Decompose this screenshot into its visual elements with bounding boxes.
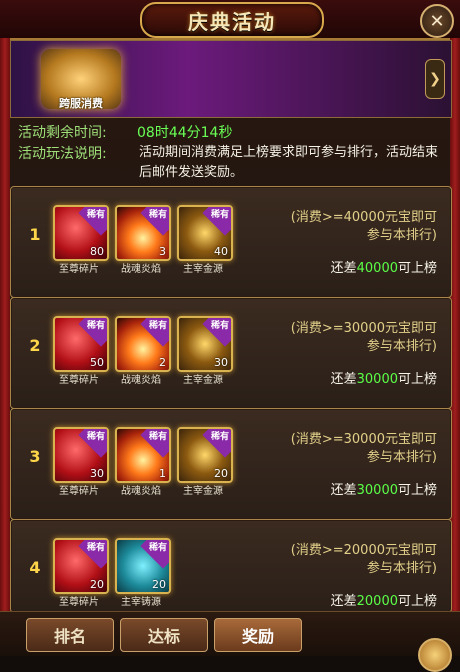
- gap-suffix: 可上榜: [397, 594, 437, 609]
- item-name: 至尊碎片: [59, 486, 99, 497]
- rank-number: 3: [29, 447, 41, 466]
- rank-row: 3 稀有 30 至尊碎片 稀有 1 战魂炎焰 稀有 20 主宰金源 (消费>=3…: [10, 408, 452, 520]
- reward-item-coin-icon[interactable]: 稀有 30: [177, 316, 233, 372]
- reward-item-blue-coin-icon[interactable]: 稀有 20: [115, 538, 171, 594]
- requirement-text: (消费>=40000元宝即可参与本排行): [290, 210, 437, 243]
- item-name: 战魂炎焰: [121, 486, 161, 497]
- item-name: 至尊碎片: [59, 597, 99, 608]
- rare-badge-text: 稀有: [148, 432, 167, 442]
- gap-text: 还差40000可上榜: [277, 257, 437, 276]
- reward-item-flame-icon[interactable]: 稀有 3: [115, 205, 171, 261]
- item-name: 战魂炎焰: [121, 375, 161, 386]
- reward-item-gem-icon[interactable]: 稀有 30: [53, 427, 109, 483]
- gap-suffix: 可上榜: [397, 261, 437, 276]
- item-name: 主宰金源: [183, 375, 223, 386]
- gap-value: 30000: [356, 483, 398, 498]
- tab-reach-target[interactable]: 达标: [120, 618, 208, 652]
- rare-badge-text: 稀有: [86, 432, 105, 442]
- gap-value: 20000: [356, 594, 398, 609]
- gap-text: 还差20000可上榜: [277, 590, 437, 609]
- gap-value: 30000: [356, 372, 398, 387]
- item-quantity: 20: [214, 467, 228, 480]
- rank-row: 2 稀有 50 至尊碎片 稀有 2 战魂炎焰 稀有 30 主宰金源 (消费>=3…: [10, 297, 452, 409]
- rank-number: 4: [29, 558, 41, 577]
- item-quantity: 40: [214, 245, 228, 258]
- reward-item-gem-icon[interactable]: 稀有 20: [53, 538, 109, 594]
- gap-value: 40000: [356, 261, 398, 276]
- title-bar: 庆典活动 ✕: [0, 0, 460, 40]
- item-quantity: 1: [159, 467, 166, 480]
- rare-badge-text: 稀有: [148, 210, 167, 220]
- close-icon: ✕: [429, 10, 445, 32]
- item-quantity: 80: [90, 245, 104, 258]
- requirement-text: (消费>=30000元宝即可参与本排行): [290, 321, 437, 354]
- rank-row: 1 稀有 80 至尊碎片 稀有 3 战魂炎焰 稀有 40 主宰金源 (消费>=4…: [10, 186, 452, 298]
- gap-suffix: 可上榜: [397, 483, 437, 498]
- reward-item-coin-icon[interactable]: 稀有 20: [177, 427, 233, 483]
- reward-item-coin-icon[interactable]: 稀有 40: [177, 205, 233, 261]
- rare-badge-text: 稀有: [210, 432, 229, 442]
- item-quantity: 30: [214, 356, 228, 369]
- gap-prefix: 还差: [330, 261, 357, 276]
- item-quantity: 20: [90, 578, 104, 591]
- rank-row: 4 稀有 20 至尊碎片 稀有 20 主宰铸源 (消费>=20000元宝即可参与…: [10, 519, 452, 613]
- chevron-right-icon: ❯: [429, 71, 441, 87]
- rare-badge-text: 稀有: [86, 210, 105, 220]
- time-remaining-label: 活动剩余时间:: [18, 125, 107, 141]
- next-arrow-button[interactable]: ❯: [425, 59, 445, 99]
- item-quantity: 30: [90, 467, 104, 480]
- title-plate: 庆典活动: [140, 2, 324, 38]
- item-name: 至尊碎片: [59, 264, 99, 275]
- item-quantity: 3: [159, 245, 166, 258]
- item-name: 至尊碎片: [59, 375, 99, 386]
- cross-server-logo-icon: 跨服消费: [41, 49, 121, 110]
- rare-badge-text: 稀有: [148, 321, 167, 331]
- gap-text: 还差30000可上榜: [277, 479, 437, 498]
- item-quantity: 2: [159, 356, 166, 369]
- item-name: 主宰金源: [183, 486, 223, 497]
- activity-window: 庆典活动 ✕ 跨服消费 ❯ 活动剩余时间: 08时44分14秒 活动玩法说明: …: [0, 0, 460, 672]
- requirement-text: (消费>=20000元宝即可参与本排行): [290, 543, 437, 576]
- gap-suffix: 可上榜: [397, 372, 437, 387]
- event-banner: 跨服消费 ❯: [10, 40, 452, 118]
- rank-number: 2: [29, 336, 41, 355]
- gap-prefix: 还差: [330, 483, 357, 498]
- reward-item-flame-icon[interactable]: 稀有 1: [115, 427, 171, 483]
- left-curtain: [0, 38, 10, 638]
- gap-prefix: 还差: [330, 594, 357, 609]
- rules-text: 活动期间消费满足上榜要求即可参与排行，活动结束后邮件发送奖励。: [139, 145, 439, 180]
- rank-number: 1: [29, 225, 41, 244]
- gap-prefix: 还差: [330, 372, 357, 387]
- event-info: 活动剩余时间: 08时44分14秒 活动玩法说明: 活动期间消费满足上榜要求即可…: [10, 118, 450, 182]
- gap-text: 还差30000可上榜: [277, 368, 437, 387]
- requirement-text: (消费>=30000元宝即可参与本排行): [290, 432, 437, 465]
- close-button[interactable]: ✕: [420, 4, 454, 38]
- rare-badge-text: 稀有: [86, 321, 105, 331]
- corner-coin-icon: [418, 638, 452, 672]
- reward-item-gem-icon[interactable]: 稀有 50: [53, 316, 109, 372]
- item-name: 主宰铸源: [121, 597, 161, 608]
- rare-badge-text: 稀有: [86, 543, 105, 553]
- window-title: 庆典活动: [188, 9, 276, 34]
- rare-badge-text: 稀有: [210, 321, 229, 331]
- rare-badge-text: 稀有: [148, 543, 167, 553]
- reward-item-flame-icon[interactable]: 稀有 2: [115, 316, 171, 372]
- item-name: 主宰金源: [183, 264, 223, 275]
- tab-ranking[interactable]: 排名: [26, 618, 114, 652]
- banner-logo-text: 跨服消费: [59, 97, 103, 110]
- item-name: 战魂炎焰: [121, 264, 161, 275]
- tab-reward[interactable]: 奖励: [214, 618, 302, 652]
- reward-item-gem-icon[interactable]: 稀有 80: [53, 205, 109, 261]
- item-quantity: 50: [90, 356, 104, 369]
- rare-badge-text: 稀有: [210, 210, 229, 220]
- item-quantity: 20: [152, 578, 166, 591]
- time-remaining-value: 08时44分14秒: [137, 125, 233, 141]
- bottom-tab-bar: 排名 达标 奖励: [0, 611, 460, 672]
- rules-label: 活动玩法说明:: [18, 146, 107, 162]
